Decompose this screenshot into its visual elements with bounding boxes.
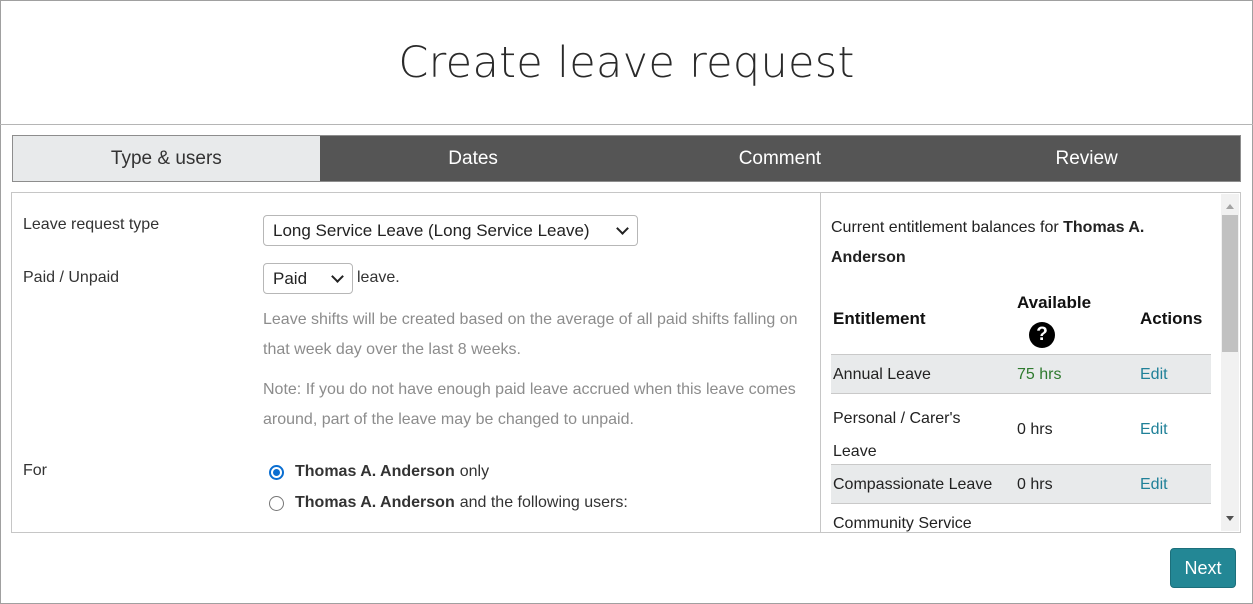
table-row: Community Service [831, 503, 1211, 532]
chevron-down-icon [331, 270, 344, 283]
paid-unpaid-label: Paid / Unpaid [23, 269, 120, 286]
radio-others[interactable] [269, 495, 284, 511]
scroll-up-icon[interactable] [1226, 204, 1234, 209]
entitlement-available: 0 hrs [1017, 476, 1053, 493]
leave-type-select[interactable]: Long Service Leave (Long Service Leave) [263, 215, 638, 246]
next-button[interactable]: Next [1170, 548, 1236, 588]
tab-dates[interactable]: Dates [320, 136, 627, 181]
help-text-note: Note: If you do not have enough paid lea… [263, 381, 796, 428]
paid-value: Paid [273, 268, 308, 288]
scroll-down-icon[interactable] [1226, 516, 1234, 521]
for-option-only[interactable]: Thomas A. Anderson only [269, 463, 489, 481]
for-option-only-suffix: only [459, 463, 490, 480]
table-row: Compassionate Leave 0 hrs Edit [831, 464, 1211, 503]
edit-link[interactable]: Edit [1140, 421, 1168, 439]
edit-link[interactable]: Edit [1140, 476, 1168, 494]
entitlement-name: Compassionate Leave [833, 476, 993, 493]
leave-type-value: Long Service Leave (Long Service Leave) [273, 220, 590, 240]
edit-link[interactable]: Edit [1140, 366, 1168, 384]
tab-review[interactable]: Review [933, 136, 1240, 181]
paid-suffix: leave. [357, 269, 400, 286]
paid-select[interactable]: Paid [263, 263, 353, 294]
help-text-average: Leave shifts will be created based on th… [263, 311, 798, 358]
page-title: Create leave request [398, 38, 855, 88]
entitlement-name: Annual Leave [833, 366, 931, 383]
page-header: Create leave request [0, 0, 1253, 125]
table-row: Personal / Carer's Leave 0 hrs Edit [831, 393, 1211, 464]
for-option-others-suffix: and the following users: [459, 494, 628, 511]
entitlement-heading-prefix: Current entitlement balances for [831, 219, 1059, 236]
table-row: Annual Leave 75 hrs Edit [831, 354, 1211, 393]
for-label: For [23, 462, 47, 479]
radio-only[interactable] [269, 464, 284, 480]
question-circle-icon[interactable]: ? [1029, 322, 1055, 348]
entitlement-heading: Current entitlement balances for Thomas … [831, 213, 1171, 273]
chevron-down-icon [616, 222, 629, 235]
col-actions: Actions [1140, 309, 1203, 328]
scrollbar-thumb[interactable] [1222, 215, 1238, 352]
entitlement-balances: Current entitlement balances for Thomas … [821, 193, 1221, 532]
for-option-only-user: Thomas A. Anderson [295, 463, 455, 480]
tab-comment[interactable]: Comment [627, 136, 934, 181]
col-entitlement: Entitlement [833, 309, 926, 328]
leave-form: Leave request type Long Service Leave (L… [12, 193, 820, 532]
entitlement-name: Personal / Carer's Leave [833, 410, 961, 460]
tab-type-users[interactable]: Type & users [13, 136, 320, 181]
entitlement-available: 75 hrs [1017, 366, 1062, 383]
col-available: Available [1017, 293, 1092, 312]
entitlement-available: 0 hrs [1017, 421, 1053, 438]
content-panel: Leave request type Long Service Leave (L… [11, 192, 1241, 533]
for-option-others[interactable]: Thomas A. Anderson and the following use… [269, 494, 628, 512]
entitlement-scrollbar[interactable] [1221, 194, 1239, 531]
for-option-others-user: Thomas A. Anderson [295, 494, 455, 511]
wizard-tabs: Type & users Dates Comment Review [12, 135, 1241, 182]
entitlement-name: Community Service [833, 515, 972, 532]
leave-type-label: Leave request type [23, 216, 160, 233]
